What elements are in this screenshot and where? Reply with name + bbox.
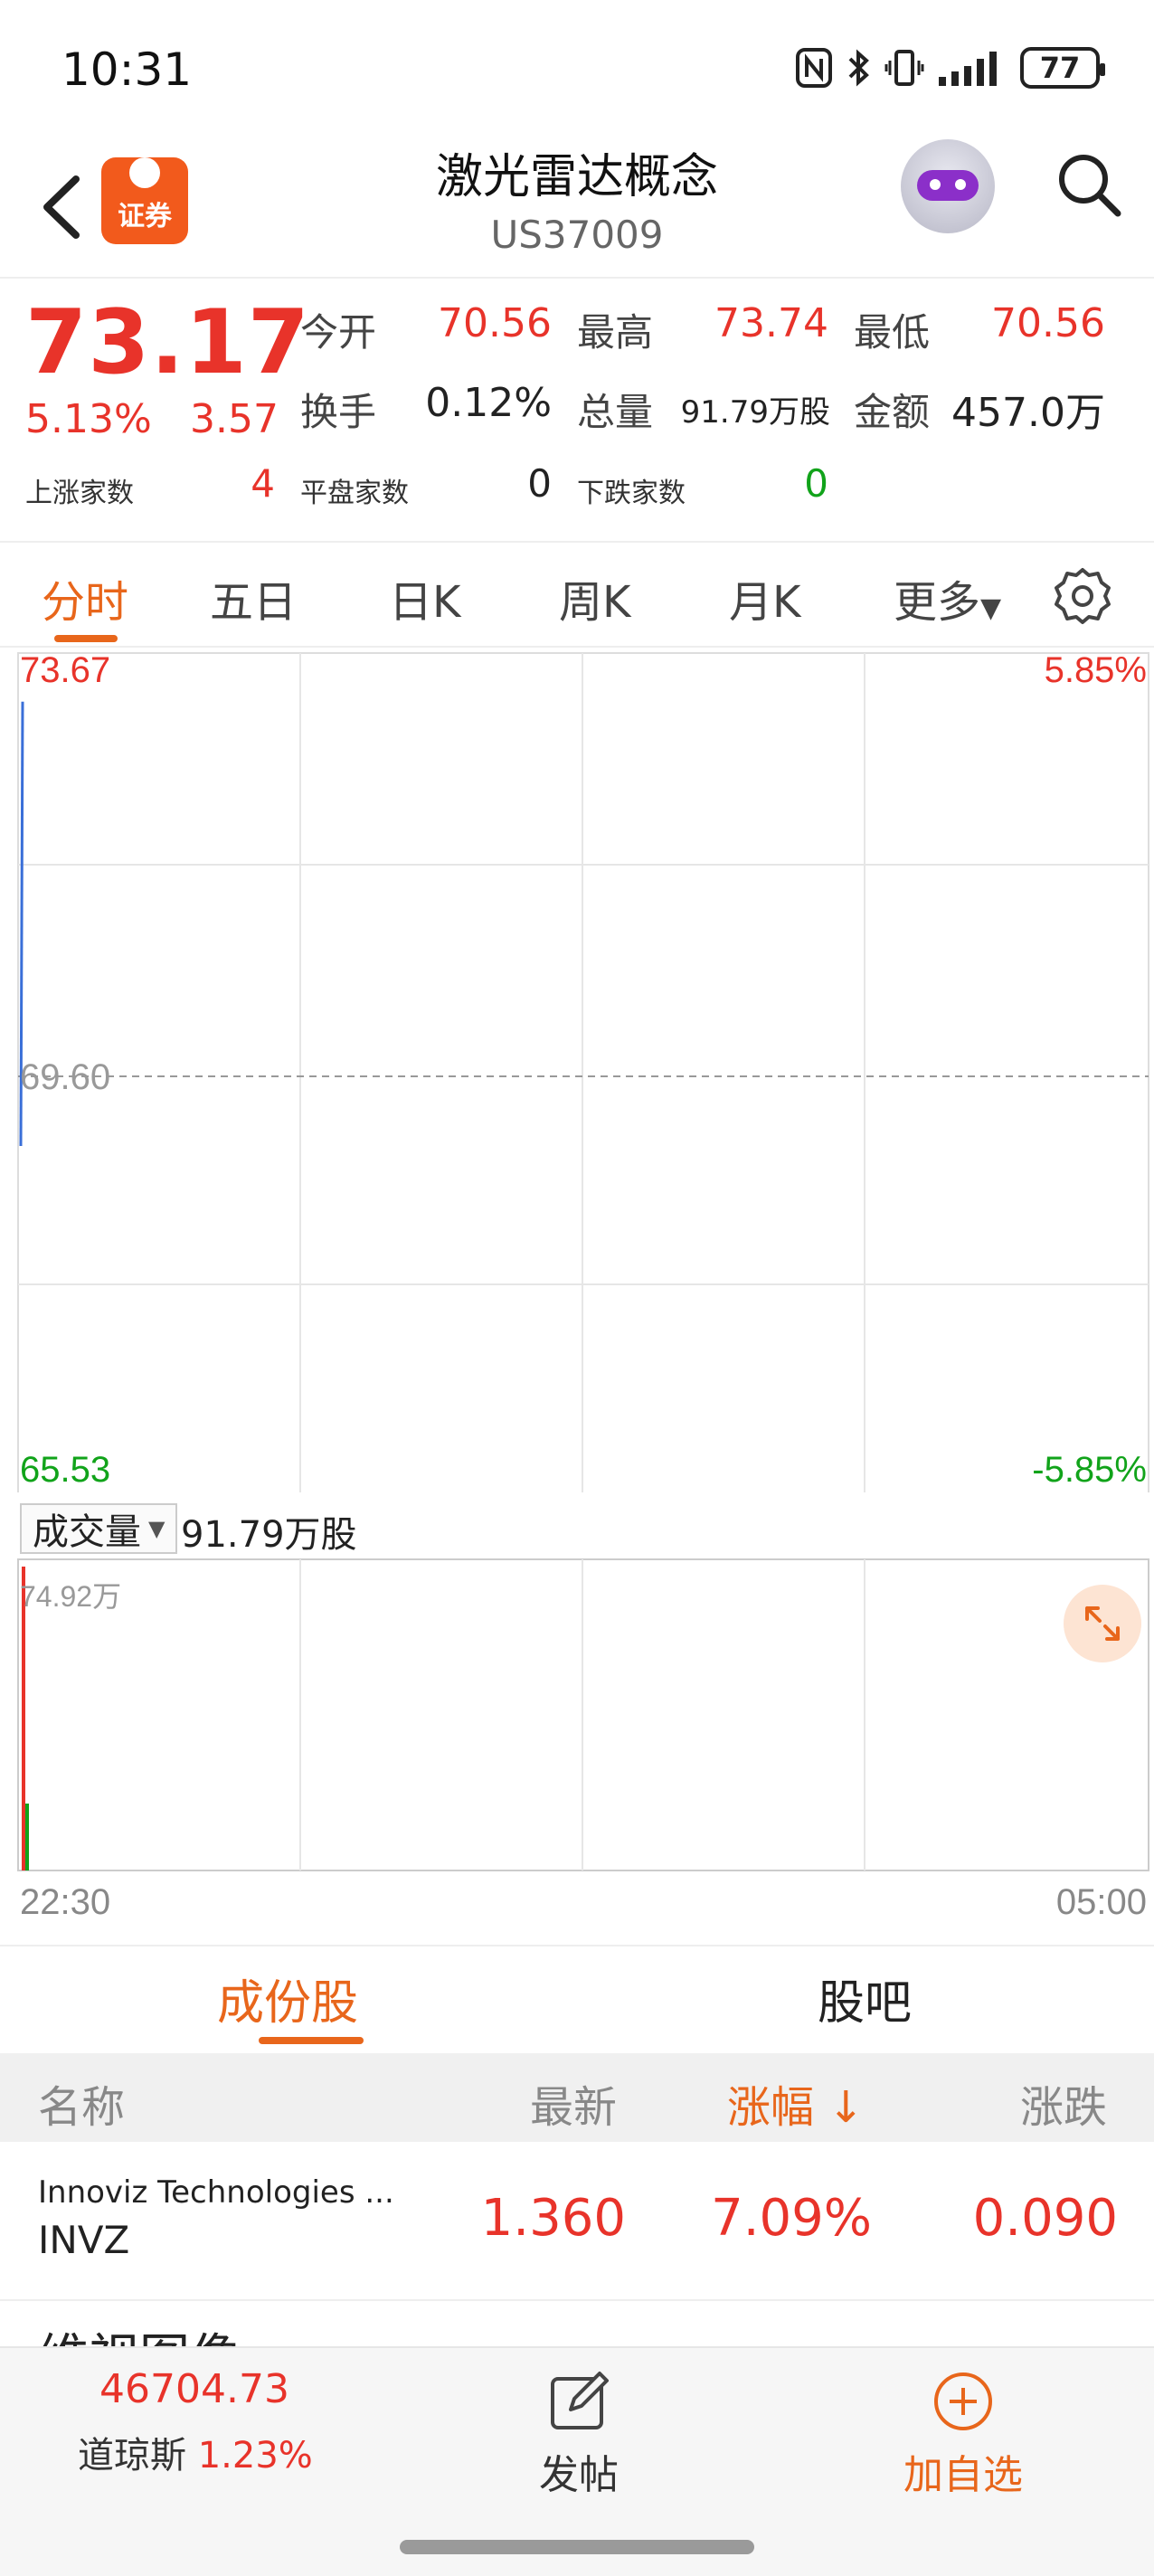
stock-change: 0.090 <box>972 2189 1118 2248</box>
back-button[interactable] <box>33 166 96 248</box>
app-logo-text: 证券 <box>118 201 172 232</box>
turnover-label: 换手 <box>300 390 377 434</box>
tab-monthly-k[interactable]: 月K <box>729 566 800 630</box>
tab-daily-k[interactable]: 日K <box>389 566 460 630</box>
section-tabs: 成份股 股吧 <box>0 1945 1154 2051</box>
status-icons: 77 <box>796 47 1105 89</box>
post-button-label: 发帖 <box>539 2452 619 2498</box>
column-name[interactable]: 名称 <box>38 2071 125 2135</box>
search-icon[interactable] <box>1053 148 1125 221</box>
period-tabs: 分时 五日 日K 周K 月K 更多▼ <box>0 546 1154 648</box>
y-axis-high: 73.67 <box>20 651 110 690</box>
settings-gear-icon[interactable] <box>1053 566 1112 626</box>
dropdown-triangle-icon: ▼ <box>980 592 1002 624</box>
y-axis-mid: 69.60 <box>20 1057 110 1097</box>
up-count-label: 上涨家数 <box>25 478 134 509</box>
flat-count: 0 <box>527 461 552 506</box>
stock-code: INVZ <box>38 2218 130 2262</box>
index-name: 道琼斯 <box>78 2435 186 2477</box>
volume-value: 91.79万股 <box>680 394 830 431</box>
volume-chart[interactable]: 74.92万 22:30 05:00 <box>0 1558 1154 1974</box>
volume-axis-max: 74.92万 <box>20 1580 121 1613</box>
open-value: 70.56 <box>438 300 552 346</box>
page-code: US37009 <box>490 213 664 257</box>
pct-axis-high: 5.85% <box>1045 651 1147 690</box>
volume-selector-label: 成交量 <box>33 1511 141 1553</box>
change-percent: 5.13% <box>25 396 152 442</box>
volume-total: 91.79万股 <box>181 1514 357 1556</box>
time-axis-end: 05:00 <box>1056 1882 1147 1922</box>
chart-grid <box>17 652 1149 1492</box>
y-axis-low: 65.53 <box>20 1450 110 1490</box>
volume-bar <box>25 1804 29 1870</box>
volume-indicator-select[interactable]: 成交量 ▼ <box>20 1503 178 1554</box>
amount-label: 金额 <box>854 390 931 434</box>
pct-axis-low: -5.85% <box>1032 1450 1147 1490</box>
index-line: 道琼斯 1.23% <box>78 2426 313 2478</box>
stock-name: Innoviz Technologies ... <box>38 2174 394 2211</box>
open-label: 今开 <box>300 310 377 355</box>
edit-icon <box>551 2372 609 2429</box>
tab-intraday[interactable]: 分时 <box>42 566 128 630</box>
bluetooth-icon <box>848 49 869 87</box>
column-change[interactable]: 涨跌 <box>1020 2071 1107 2135</box>
price-chart[interactable]: 73.67 69.60 65.53 5.85% -5.85% <box>0 651 1154 1492</box>
index-value: 46704.73 <box>99 2366 289 2412</box>
tab-constituents[interactable]: 成份股 <box>217 1965 358 2032</box>
add-watchlist-label: 加自选 <box>903 2452 1023 2498</box>
low-label: 最低 <box>854 310 931 355</box>
tab-more[interactable]: 更多▼ <box>894 566 1001 630</box>
column-change-pct-sorted[interactable]: 涨幅 ↓ <box>727 2071 864 2135</box>
tab-stock-forum[interactable]: 股吧 <box>818 1965 912 2032</box>
tab-more-label: 更多 <box>894 577 981 628</box>
status-time: 10:31 <box>61 43 193 96</box>
add-circle-icon <box>934 2372 992 2430</box>
index-change-pct: 1.23% <box>197 2435 313 2477</box>
quote-panel: 73.17 5.13% 3.57 今开 70.56 最高 73.74 最低 70… <box>0 280 1154 543</box>
signal-icon <box>939 52 997 86</box>
nfc-icon <box>796 48 832 88</box>
table-header: 名称 最新 涨幅 ↓ 涨跌 <box>0 2053 1154 2142</box>
active-tab-indicator <box>54 635 118 642</box>
post-button[interactable]: 发帖 <box>506 2361 651 2498</box>
page-title: 激光雷达概念 <box>435 150 718 204</box>
time-axis-start: 22:30 <box>20 1882 110 1922</box>
volume-grid <box>17 1558 1149 1871</box>
active-section-indicator <box>259 2037 364 2044</box>
amount-value: 457.0万 <box>951 390 1105 436</box>
header: 证券 激光雷达概念 US37009 <box>0 136 1154 279</box>
logo-mark-icon <box>129 157 160 188</box>
up-count: 4 <box>251 461 275 506</box>
title-block: 激光雷达概念 US37009 <box>306 145 848 260</box>
current-price: 73.17 <box>25 291 310 394</box>
status-bar: 10:31 77 <box>0 0 1154 136</box>
table-row[interactable]: Innoviz Technologies ... INVZ 1.360 7.09… <box>0 2142 1154 2301</box>
down-count-label: 下跌家数 <box>577 478 686 509</box>
low-value: 70.56 <box>991 300 1105 346</box>
dropdown-triangle-icon: ▼ <box>148 1516 166 1541</box>
stock-change-pct: 7.09% <box>711 2189 872 2248</box>
tab-weekly-k[interactable]: 周K <box>559 566 630 630</box>
flat-count-label: 平盘家数 <box>300 478 409 509</box>
volume-label: 总量 <box>577 390 654 434</box>
app-logo[interactable]: 证券 <box>101 157 188 244</box>
change-amount: 3.57 <box>190 396 279 442</box>
home-indicator[interactable] <box>400 2540 754 2554</box>
down-count: 0 <box>804 461 828 506</box>
tab-five-day[interactable]: 五日 <box>210 566 297 630</box>
volume-header: 成交量 ▼ 91.79万股 <box>0 1492 1154 1565</box>
high-label: 最高 <box>577 310 654 355</box>
turnover-value: 0.12% <box>425 380 552 426</box>
expand-chart-button[interactable] <box>1064 1585 1141 1662</box>
column-last[interactable]: 最新 <box>530 2071 617 2135</box>
assistant-robot-icon[interactable] <box>901 139 995 233</box>
stock-last: 1.360 <box>480 2189 626 2248</box>
add-watchlist-button[interactable]: 加自选 <box>886 2361 1040 2498</box>
list-item-partial[interactable]: 维视图像 <box>38 2317 241 2348</box>
battery-icon: 77 <box>1020 47 1105 89</box>
high-value: 73.74 <box>714 300 828 346</box>
vibrate-icon <box>884 50 924 86</box>
